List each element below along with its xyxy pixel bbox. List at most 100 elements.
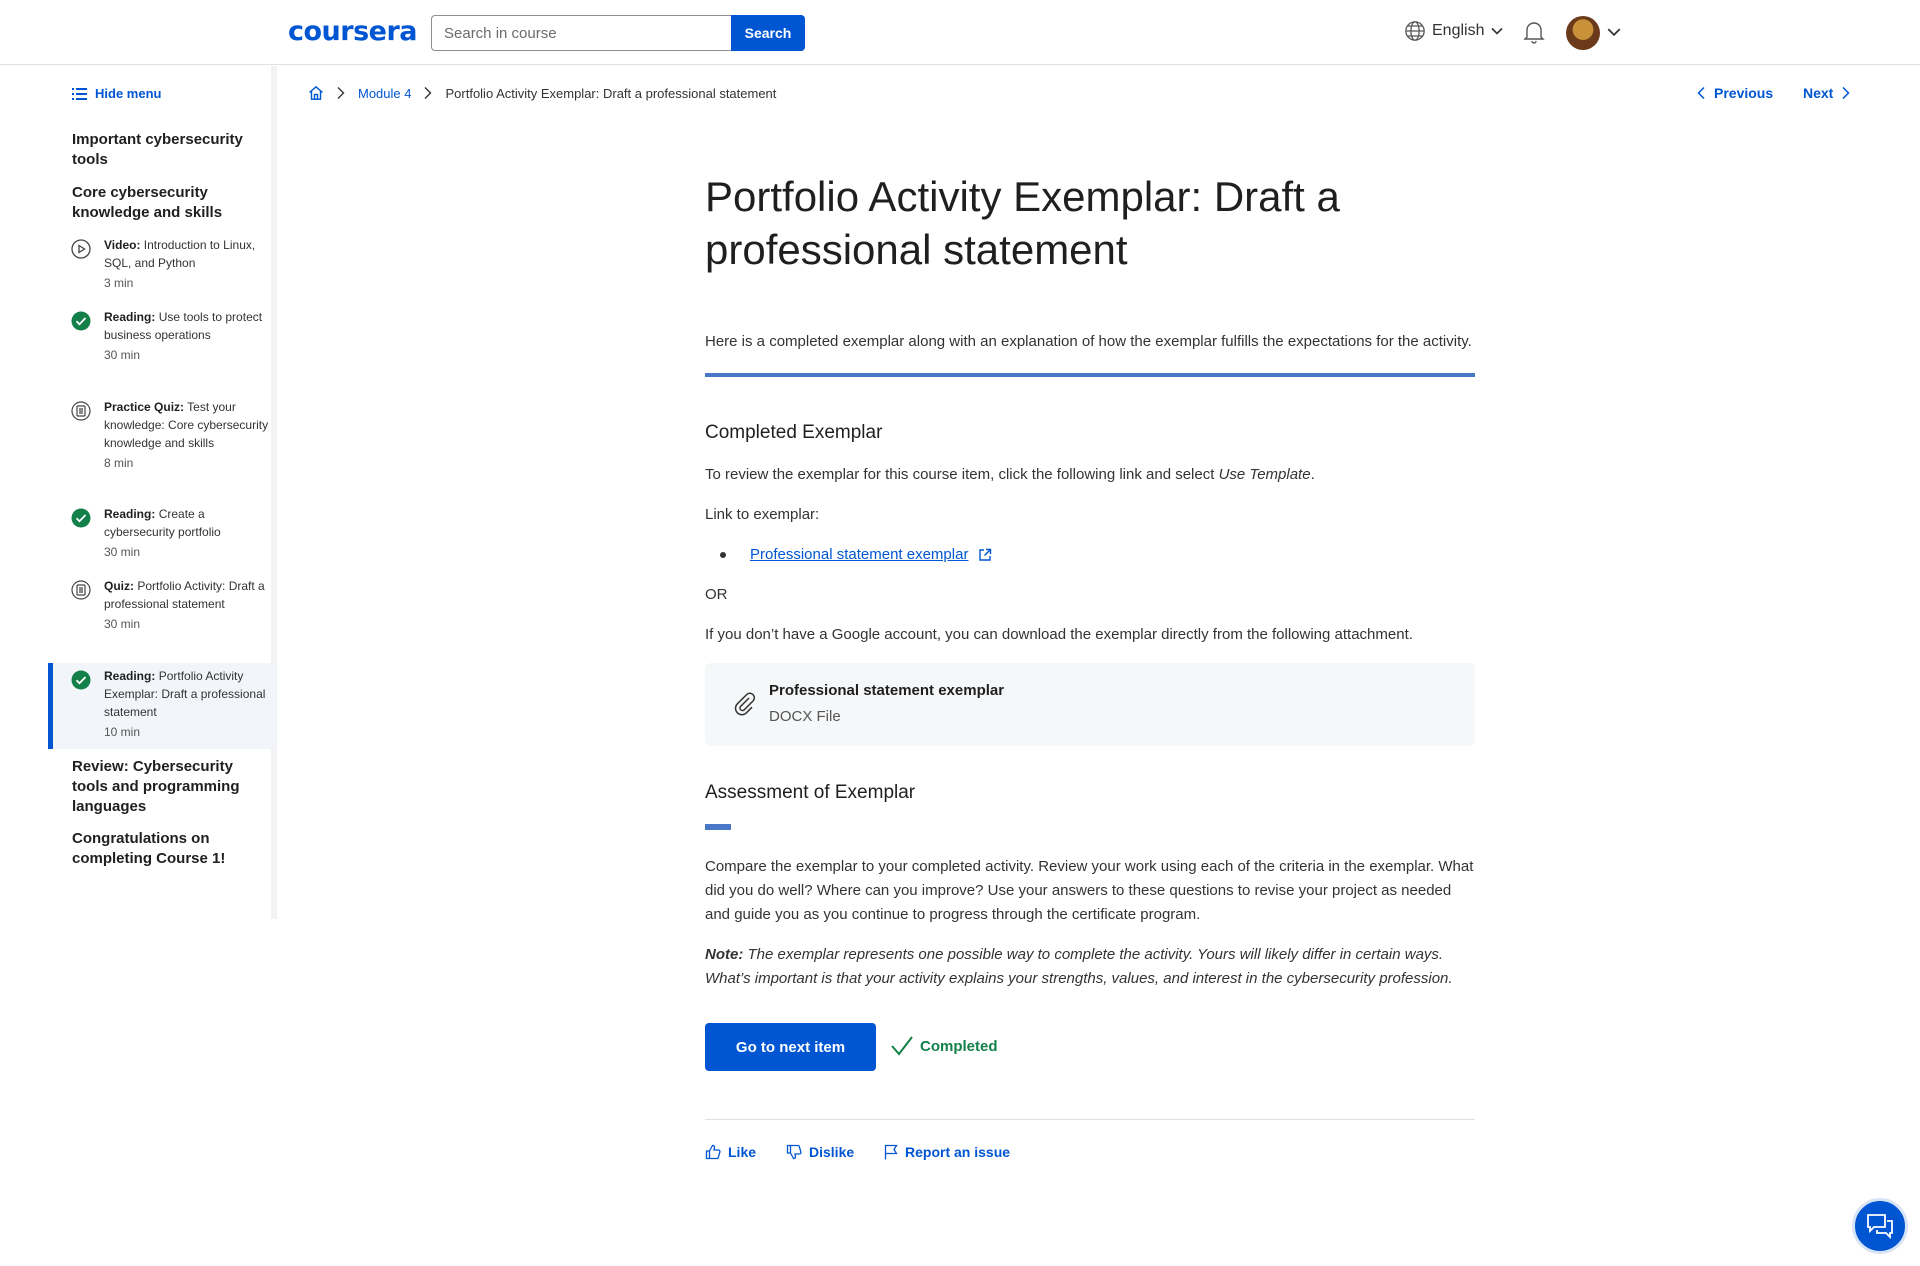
- paperclip-icon: [734, 692, 756, 716]
- sidebar-item-reading-protect[interactable]: Reading: Use tools to protect business o…: [48, 308, 277, 364]
- check-circle-icon: [71, 311, 91, 331]
- avatar[interactable]: [1566, 16, 1600, 50]
- go-to-next-item-button[interactable]: Go to next item: [705, 1023, 876, 1071]
- sidebar-item-quiz-portfolio[interactable]: Quiz: Portfolio Activity: Draft a profes…: [48, 577, 277, 633]
- note-paragraph: Note: The exemplar represents one possib…: [705, 943, 1477, 991]
- completed-status: Completed: [890, 1035, 998, 1057]
- dislike-label: Dislike: [809, 1144, 855, 1160]
- sidebar-section-congratulations[interactable]: Congratulations on completing Course 1!: [72, 829, 257, 869]
- completed-exemplar-heading: Completed Exemplar: [705, 422, 883, 443]
- bell-icon: [1523, 22, 1545, 44]
- item-type: Reading:: [104, 507, 156, 521]
- sidebar-item-reading-exemplar[interactable]: Reading: Portfolio Activity Exemplar: Dr…: [48, 663, 277, 749]
- language-selector[interactable]: English: [1404, 20, 1504, 42]
- chat-support-button[interactable]: [1852, 1198, 1908, 1254]
- item-duration: 8 min: [104, 456, 134, 470]
- link-label: Link to exemplar:: [705, 506, 820, 523]
- item-duration: 30 min: [104, 348, 141, 362]
- list-icon: [72, 87, 87, 100]
- item-duration: 10 min: [104, 725, 141, 739]
- check-circle-icon: [71, 670, 91, 690]
- coursera-logo[interactable]: coursera: [288, 16, 418, 47]
- hide-menu-button[interactable]: Hide menu: [72, 86, 161, 101]
- dislike-button[interactable]: Dislike: [786, 1144, 854, 1160]
- main-content: Portfolio Activity Exemplar: Draft a pro…: [705, 170, 1475, 377]
- chevron-down-icon[interactable]: [1606, 24, 1622, 40]
- attachment-name: Professional statement exemplar: [769, 682, 1005, 699]
- attachment-card[interactable]: Professional statement exemplar DOCX Fil…: [705, 663, 1475, 746]
- external-link-icon[interactable]: [978, 548, 992, 562]
- language-label: English: [1432, 22, 1485, 39]
- page-title: Portfolio Activity Exemplar: Draft a pro…: [705, 173, 1340, 273]
- review-text: To review the exemplar for this course i…: [705, 466, 1219, 483]
- review-instructions: To review the exemplar for this course i…: [705, 463, 1475, 487]
- breadcrumb-current: Portfolio Activity Exemplar: Draft a pro…: [445, 85, 777, 101]
- note-text: The exemplar represents one possible way…: [705, 946, 1453, 987]
- sidebar-section-core-knowledge[interactable]: Core cybersecurity knowledge and skills: [72, 183, 257, 223]
- home-icon[interactable]: [308, 85, 324, 101]
- or-text: OR: [705, 586, 728, 603]
- exemplar-link[interactable]: Professional statement exemplar: [750, 543, 968, 567]
- heading-accent-bar: [705, 824, 731, 830]
- item-type: Practice Quiz:: [104, 400, 185, 414]
- next-button[interactable]: Next: [1803, 85, 1851, 101]
- hide-menu-label: Hide menu: [95, 86, 162, 101]
- completed-exemplar-section: Completed Exemplar: [705, 422, 1475, 444]
- breadcrumb: Module 4 Portfolio Activity Exemplar: Dr…: [308, 85, 776, 101]
- chat-icon: [1867, 1214, 1893, 1240]
- item-duration: 30 min: [104, 617, 141, 631]
- item-type: Video:: [104, 238, 141, 252]
- use-template-text: Use Template: [1218, 466, 1311, 483]
- search-button[interactable]: Search: [731, 15, 805, 51]
- sidebar-item-practice-quiz[interactable]: Practice Quiz: Test your knowledge: Core…: [48, 398, 277, 472]
- sidebar-item-text: Reading: Portfolio Activity Exemplar: Dr…: [104, 667, 277, 721]
- previous-label: Previous: [1714, 85, 1774, 101]
- thumbs-up-icon: [705, 1144, 721, 1160]
- previous-button[interactable]: Previous: [1696, 85, 1773, 101]
- check-circle-icon: [71, 508, 91, 528]
- like-label: Like: [728, 1144, 757, 1160]
- item-type: Reading:: [104, 669, 156, 683]
- next-label: Next: [1803, 85, 1834, 101]
- section-divider: [705, 373, 1475, 377]
- intro-text: Here is a completed exemplar along with …: [705, 333, 1472, 350]
- review-text-end: .: [1310, 466, 1315, 483]
- download-text: If you don’t have a Google account, you …: [705, 626, 1413, 643]
- quiz-icon: [71, 401, 91, 421]
- completed-label: Completed: [920, 1037, 998, 1055]
- report-issue-button[interactable]: Report an issue: [884, 1144, 1010, 1160]
- chevron-right-icon: [337, 87, 345, 99]
- notifications-button[interactable]: [1523, 20, 1545, 49]
- play-icon: [71, 239, 91, 259]
- sidebar-section-review[interactable]: Review: Cybersecurity tools and programm…: [72, 757, 257, 817]
- search-input[interactable]: [431, 15, 731, 51]
- breadcrumb-module[interactable]: Module 4: [358, 86, 411, 101]
- chevron-down-icon: [1491, 27, 1504, 35]
- quiz-icon: [71, 580, 91, 600]
- top-navbar: coursera Search English: [0, 0, 1920, 65]
- item-type: Reading:: [104, 310, 156, 324]
- report-issue-label: Report an issue: [905, 1144, 1011, 1160]
- sidebar-item-text: Video: Introduction to Linux, SQL, and P…: [104, 236, 277, 272]
- chevron-left-icon: [1697, 86, 1705, 100]
- chevron-right-icon: [1842, 86, 1850, 100]
- bullet: [720, 552, 726, 558]
- note-label: Note:: [705, 946, 744, 963]
- globe-icon: [1405, 21, 1425, 41]
- footer-divider: [705, 1119, 1475, 1120]
- item-duration: 30 min: [104, 545, 141, 559]
- sidebar-item-reading-portfolio[interactable]: Reading: Create a cybersecurity portfoli…: [48, 505, 277, 561]
- sidebar-item-text: Practice Quiz: Test your knowledge: Core…: [104, 398, 277, 452]
- assessment-text: Compare the exemplar to your completed a…: [705, 858, 1474, 923]
- course-sidebar: Hide menu Important cybersecurity tools …: [0, 66, 277, 919]
- like-button[interactable]: Like: [705, 1144, 756, 1160]
- sidebar-item-text: Reading: Use tools to protect business o…: [104, 308, 277, 344]
- sidebar-item-text: Quiz: Portfolio Activity: Draft a profes…: [104, 577, 277, 613]
- chevron-right-icon: [424, 87, 432, 99]
- sidebar-item-text: Reading: Create a cybersecurity portfoli…: [104, 505, 277, 541]
- sidebar-item-video-intro[interactable]: Video: Introduction to Linux, SQL, and P…: [48, 236, 277, 292]
- sidebar-section-important-tools[interactable]: Important cybersecurity tools: [72, 130, 257, 170]
- exemplar-link-item: Professional statement exemplar: [720, 543, 992, 567]
- assessment-heading: Assessment of Exemplar: [705, 782, 916, 803]
- check-icon: [891, 1036, 913, 1056]
